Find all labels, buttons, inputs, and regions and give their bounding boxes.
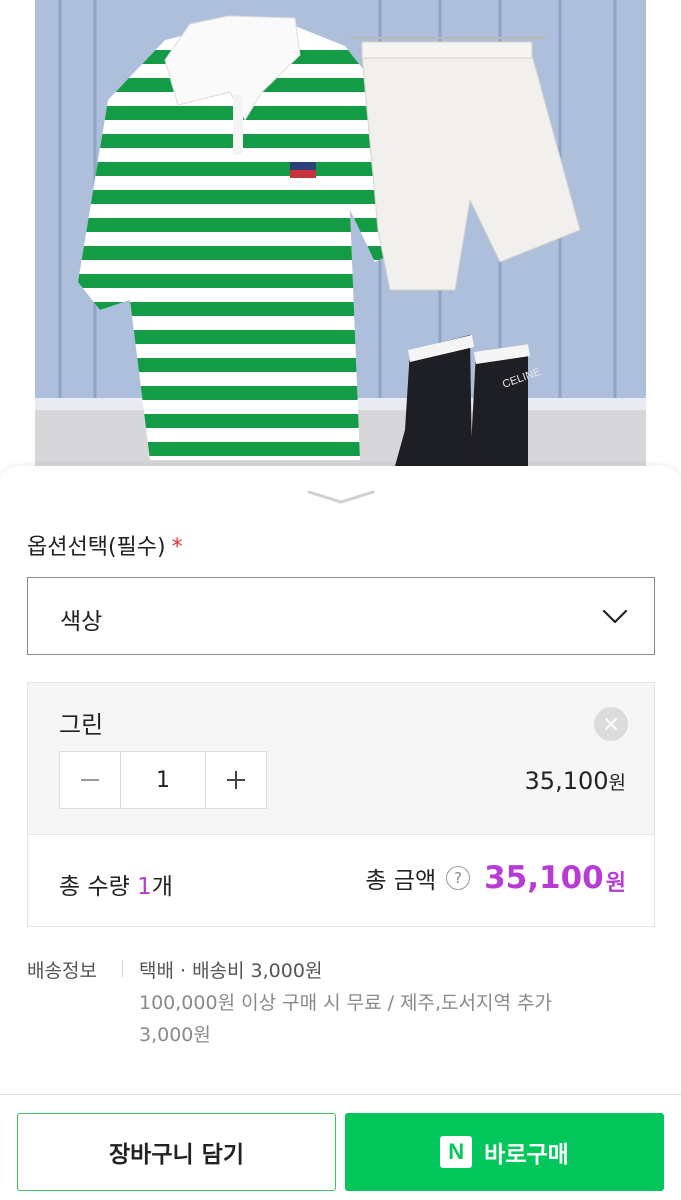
buy-now-button[interactable]: N 바로구매: [345, 1113, 664, 1191]
plus-icon: [227, 771, 245, 789]
close-icon: [605, 718, 617, 730]
total-amount: 총 금액 ? 35,100 원: [365, 859, 626, 897]
remove-option-button[interactable]: [594, 707, 628, 741]
option-label-text: 옵션선택(필수): [27, 535, 166, 560]
help-icon[interactable]: ?: [446, 866, 471, 890]
chevron-down-icon: [602, 609, 628, 624]
option-price-value: 35,100: [524, 767, 609, 795]
total-amount-label: 총 금액: [365, 868, 437, 894]
collapse-chevron-icon[interactable]: [305, 486, 377, 508]
product-photo: CELINE: [0, 0, 681, 490]
shipping-divider: [122, 960, 123, 977]
quantity-stepper: 1: [59, 751, 267, 809]
add-to-cart-button[interactable]: 장바구니 담기: [17, 1113, 336, 1191]
selected-option-item: 그린 1 35,100원: [27, 682, 655, 834]
buy-now-label: 바로구매: [484, 1142, 569, 1168]
naver-pay-icon: N: [440, 1136, 473, 1168]
total-quantity-label: 총 수량: [59, 874, 130, 900]
color-select-value: 색상: [60, 609, 103, 635]
quantity-value[interactable]: 1: [120, 752, 206, 808]
total-quantity-value: 1: [137, 874, 152, 900]
minus-icon: [81, 779, 99, 781]
option-price: 35,100원: [525, 767, 626, 795]
shipping-info-label: 배송정보: [27, 960, 97, 982]
shipping-extra-fee: 3,000원: [139, 1024, 211, 1046]
option-price-unit: 원: [608, 772, 626, 794]
total-amount-value: 35,100: [484, 860, 604, 896]
required-mark: *: [171, 535, 183, 560]
add-to-cart-label: 장바구니 담기: [109, 1142, 244, 1168]
product-photo-illustration: CELINE: [35, 0, 646, 466]
purchase-footer: 장바구니 담기 N 바로구매: [0, 1094, 681, 1200]
shipping-method: 택배 · 배송비 3,000원: [139, 960, 323, 982]
total-quantity: 총 수량 1개: [59, 867, 173, 901]
selected-option-name: 그린: [59, 711, 104, 739]
total-quantity-unit: 개: [151, 874, 173, 900]
shipping-free-condition: 100,000원 이상 구매 시 무료 / 제주,도서지역 추가: [139, 992, 552, 1014]
total-summary: 총 수량 1개 총 금액 ? 35,100 원: [27, 834, 655, 927]
option-label: 옵션선택(필수) *: [27, 529, 183, 561]
decrease-quantity-button[interactable]: [60, 752, 120, 808]
color-select[interactable]: 색상: [27, 577, 655, 655]
increase-quantity-button[interactable]: [206, 752, 266, 808]
total-amount-unit: 원: [605, 871, 626, 896]
option-bottom-sheet: 옵션선택(필수)* 색상 그린 1 35,100원 총 수량 1개 총 금액: [0, 466, 681, 1200]
